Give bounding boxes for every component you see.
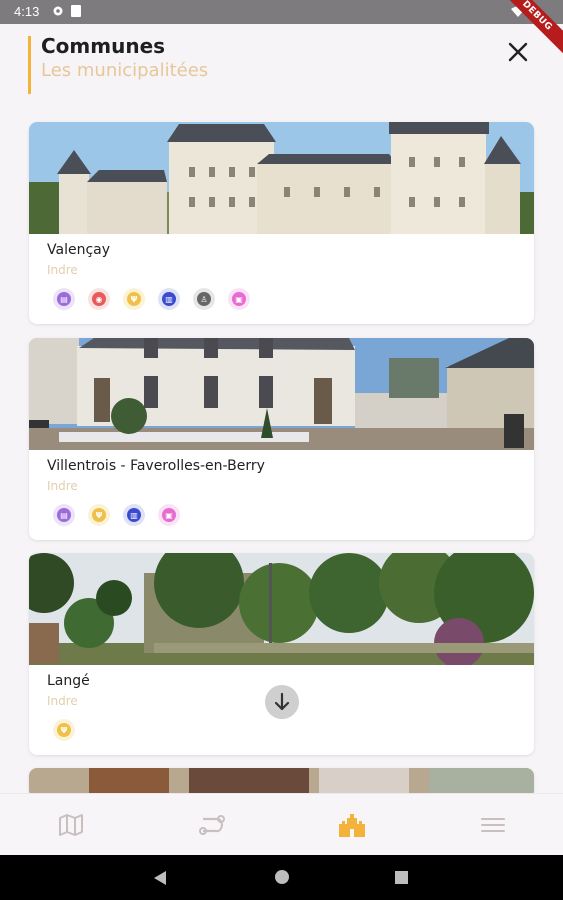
scroll-down-button[interactable] [265, 685, 299, 719]
restaurant-icon: ◉ [88, 288, 110, 310]
recents-icon[interactable] [394, 870, 409, 885]
commune-photo-villentrois [29, 338, 534, 450]
amenity-badges: ▤ ◉ Ψ ▥ ♙ ▣ [53, 288, 250, 310]
commune-department: Indre [47, 263, 78, 277]
food-icon: Ψ [123, 288, 145, 310]
museum-icon: ▤ [53, 288, 75, 310]
commune-card-villentrois[interactable]: Villentrois - Faverolles-en-Berry Indre … [29, 338, 534, 540]
bottom-navigation [0, 793, 563, 855]
sd-card-icon [71, 5, 81, 17]
commune-card-valencay[interactable]: Valençay Indre ▤ ◉ Ψ ▥ ♙ ▣ [29, 122, 534, 324]
commune-name: Langé [47, 673, 90, 689]
menu-icon[interactable] [478, 810, 508, 840]
castle-icon[interactable] [337, 810, 367, 840]
page-subtitle: Les municipalitées [41, 60, 209, 81]
toilets-icon: ♙ [193, 288, 215, 310]
title-accent-bar [28, 36, 31, 94]
android-navigation-bar [0, 855, 563, 900]
commune-name: Villentrois - Faverolles-en-Berry [47, 458, 265, 474]
museum-icon: ▤ [53, 504, 75, 526]
page-header: Communes Les municipalitées [0, 24, 563, 102]
close-icon[interactable] [504, 38, 532, 66]
commune-name: Valençay [47, 242, 111, 258]
commune-photo-valencay [29, 122, 534, 234]
commune-department: Indre [47, 694, 78, 708]
page-title: Communes [41, 34, 166, 58]
home-icon[interactable] [274, 869, 290, 885]
status-time: 4:13 [14, 4, 40, 19]
shop-icon: ▣ [228, 288, 250, 310]
amenity-badges: ▤ Ψ ▥ ▣ [53, 504, 180, 526]
route-icon[interactable] [197, 810, 227, 840]
shop-icon: ▣ [158, 504, 180, 526]
food-icon: Ψ [88, 504, 110, 526]
status-bar: 4:13 DEBUG [0, 0, 563, 59]
commune-photo-lange [29, 553, 534, 665]
settings-icon [53, 6, 63, 16]
commune-card-lange[interactable]: Langé Indre Ψ [29, 553, 534, 755]
monument-icon: ▥ [158, 288, 180, 310]
food-icon: Ψ [53, 719, 75, 741]
map-icon[interactable] [56, 810, 86, 840]
back-icon[interactable] [152, 869, 168, 887]
amenity-badges: Ψ [53, 719, 75, 741]
commune-department: Indre [47, 479, 78, 493]
monument-icon: ▥ [123, 504, 145, 526]
